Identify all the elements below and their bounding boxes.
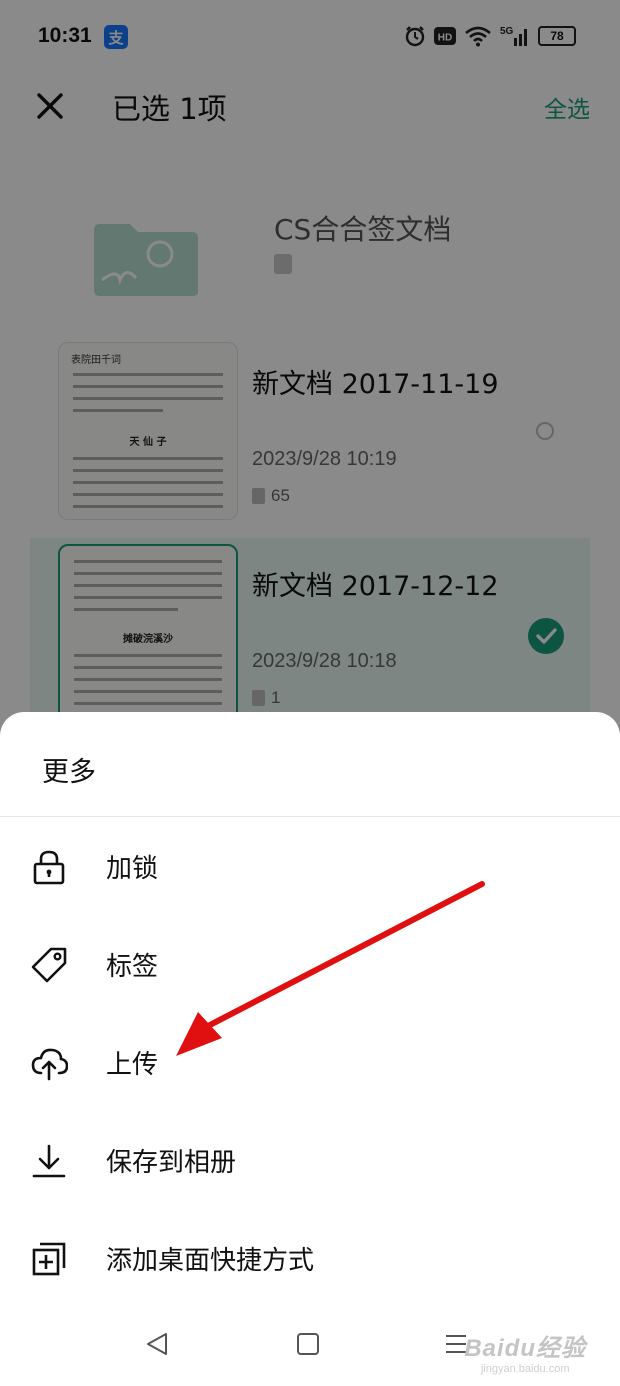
sheet-divider	[0, 816, 620, 817]
menu-item-save-to-album[interactable]: 保存到相册	[0, 1112, 620, 1210]
home-icon[interactable]	[294, 1330, 322, 1358]
menu-item-upload[interactable]: 上传	[0, 1014, 620, 1112]
menu-label: 添加桌面快捷方式	[106, 1246, 315, 1276]
tag-icon	[31, 947, 67, 983]
menu-label: 标签	[106, 952, 159, 982]
download-icon	[32, 1144, 66, 1178]
app-screen: 10:31 支 HD 5G 78 已选 1项 全选 CS合合签文档 表院田千词 …	[0, 0, 620, 1386]
cloud-upload-icon	[31, 1048, 68, 1081]
menu-item-lock[interactable]: 加锁	[0, 818, 620, 916]
watermark-sub: jingyan.baidu.com	[480, 1363, 570, 1375]
menu-label: 上传	[106, 1050, 159, 1080]
menu-item-add-shortcut[interactable]: 添加桌面快捷方式	[0, 1210, 620, 1308]
more-actions-sheet: 更多 加锁 标签 上传 保存到相册 添加桌面快捷方式	[0, 712, 620, 1386]
system-nav-bar: Baidu经验 jingyan.baidu.com	[0, 1310, 620, 1386]
sheet-title: 更多	[42, 757, 96, 788]
menu-item-tag[interactable]: 标签	[0, 916, 620, 1014]
menu-label: 保存到相册	[106, 1148, 237, 1178]
back-icon[interactable]	[144, 1330, 172, 1358]
baidu-jingyan-watermark: Baidu经验 jingyan.baidu.com	[464, 1328, 586, 1375]
menu-label: 加锁	[106, 854, 159, 884]
lock-icon	[33, 850, 65, 885]
watermark-main: Baidu经验	[464, 1335, 586, 1362]
add-shortcut-icon	[32, 1242, 66, 1276]
